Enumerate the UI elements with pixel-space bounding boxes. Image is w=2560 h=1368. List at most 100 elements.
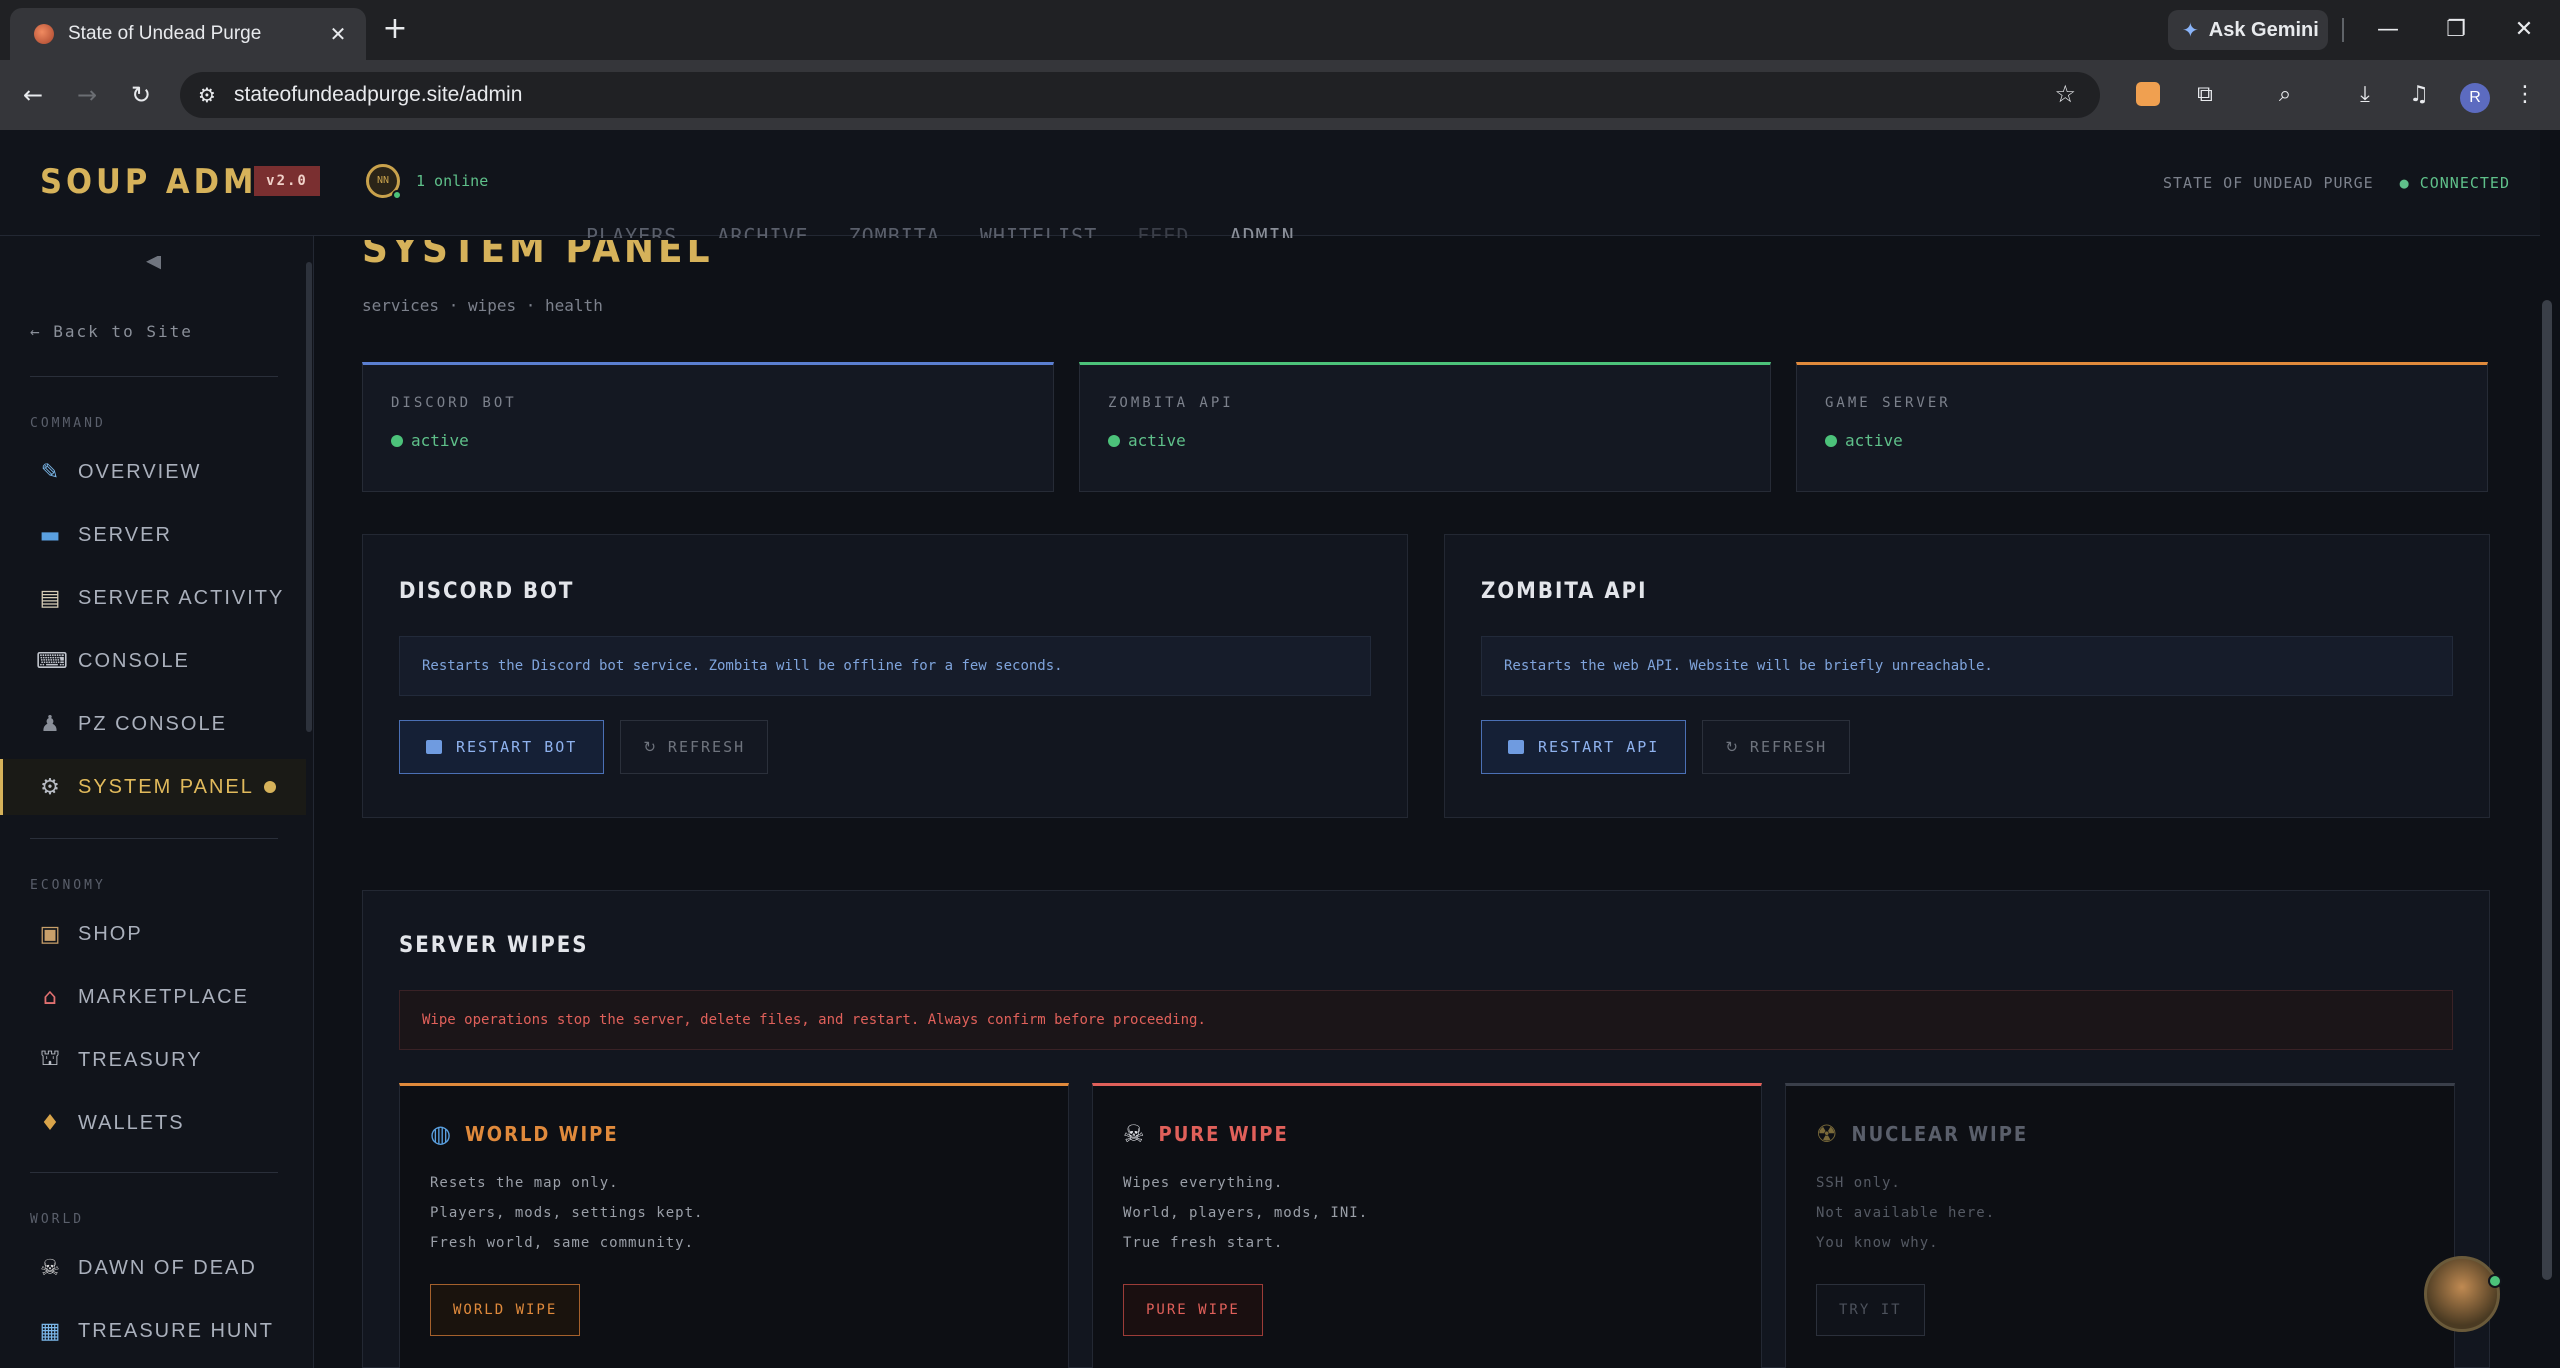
- page-subtitle: services · wipes · health: [362, 296, 603, 315]
- sidebar-item-label: PZ CONSOLE: [78, 712, 227, 735]
- keyboard-icon: ⌨: [36, 648, 68, 674]
- discord-bot-panel: DISCORD BOT Restarts the Discord bot ser…: [362, 534, 1408, 818]
- panel-note: Restarts the Discord bot service. Zombit…: [399, 636, 1371, 696]
- browser-menu-icon[interactable]: ⋮: [2510, 80, 2540, 110]
- sidebar-item-treasury[interactable]: ⛫ TREASURY: [0, 1032, 306, 1088]
- sidebar-item-console[interactable]: ⌨ CONSOLE: [0, 633, 306, 689]
- sidebar-item-server[interactable]: ▬ SERVER: [0, 507, 306, 563]
- status-card-label: GAME SERVER: [1825, 395, 1951, 411]
- ask-gemini-button[interactable]: ✦ Ask Gemini: [2168, 10, 2328, 50]
- restart-bot-button[interactable]: RESTART BOT: [399, 720, 605, 774]
- site-info-icon[interactable]: ⚙: [198, 83, 234, 107]
- status-card-game-server: GAME SERVER active: [1796, 362, 2488, 492]
- status-card-zombita-api: ZOMBITA API active: [1079, 362, 1771, 492]
- panel-actions: RESTART API ↻ REFRESH: [1481, 720, 2453, 774]
- chart-icon: ✎: [40, 459, 60, 485]
- sidebar-section-economy: ECONOMY: [30, 878, 106, 893]
- panel-title: DISCORD BOT: [399, 579, 575, 604]
- sidebar-item-label: SERVER ACTIVITY: [78, 586, 285, 609]
- sidebar-item-wallets[interactable]: ♦ WALLETS: [0, 1095, 306, 1151]
- restart-api-button[interactable]: RESTART API: [1481, 720, 1687, 774]
- back-arrow-icon[interactable]: ←: [16, 78, 50, 112]
- wipe-card-header: ☠ PURE WIPE: [1123, 1120, 1731, 1148]
- refresh-icon: ↻: [1725, 738, 1740, 756]
- refresh-bot-button[interactable]: ↻ REFRESH: [620, 720, 769, 774]
- button-label: REFRESH: [667, 738, 746, 756]
- world-wipe-button[interactable]: WORLD WIPE: [430, 1284, 581, 1336]
- new-tab-icon[interactable]: +: [380, 14, 410, 44]
- button-label: REFRESH: [1749, 738, 1828, 756]
- sidebar-item-system-panel[interactable]: ⚙ SYSTEM PANEL: [0, 759, 306, 815]
- restore-window-icon[interactable]: ❐: [2436, 12, 2476, 48]
- sidebar-section-command: COMMAND: [30, 416, 106, 431]
- sidebar-item-pz-console[interactable]: ♟ PZ CONSOLE: [0, 696, 306, 752]
- status-card-discord-bot: DISCORD BOT active: [362, 362, 1054, 492]
- reload-icon[interactable]: ↻: [124, 78, 158, 112]
- address-bar[interactable]: ⚙ stateofundeadpurge.site/admin ☆: [180, 72, 2100, 118]
- app-header: SOUP ADMIN v2.0 NN 1 online STATE OF UND…: [0, 130, 2540, 236]
- search-tab-icon[interactable]: ⌕: [2270, 80, 2300, 110]
- extensions-puzzle-icon[interactable]: ⧉: [2190, 80, 2220, 110]
- game-name: STATE OF UNDEAD PURGE: [2163, 174, 2374, 192]
- top-nav-whitelist[interactable]: WHITELIST: [980, 224, 1097, 238]
- download-icon[interactable]: ⤓: [2350, 80, 2380, 110]
- restart-icon: [426, 740, 442, 754]
- nuclear-wipe-card: ☢ NUCLEAR WIPE SSH only. Not available h…: [1785, 1083, 2455, 1368]
- globe-icon: ◍: [430, 1120, 451, 1148]
- top-nav-archive[interactable]: ARCHIVE: [717, 224, 808, 238]
- top-nav-admin[interactable]: ADMIN: [1229, 224, 1294, 238]
- sidebar-item-shop[interactable]: ▣ SHOP: [0, 906, 306, 962]
- wipe-card-description: SSH only. Not available here. You know w…: [1816, 1168, 2424, 1258]
- sidebar-item-treasure-hunt[interactable]: ▦ TREASURE HUNT: [0, 1303, 306, 1359]
- sidebar-item-label: WALLETS: [78, 1111, 185, 1134]
- radioactive-icon: ☢: [1816, 1120, 1838, 1148]
- minimize-icon[interactable]: —: [2368, 12, 2408, 48]
- try-it-button[interactable]: TRY IT: [1816, 1284, 1925, 1336]
- wipe-card-description: Resets the map only. Players, mods, sett…: [430, 1168, 1038, 1258]
- top-nav-zombita[interactable]: ZOMBITA: [849, 224, 940, 238]
- wipe-line: You know why.: [1816, 1235, 1939, 1251]
- package-icon: ▣: [39, 921, 61, 947]
- sidebar-scrollbar[interactable]: [306, 262, 312, 732]
- sidebar-item-dawn-of-dead[interactable]: ☠ DAWN OF DEAD: [0, 1240, 306, 1296]
- sidebar-item-server-activity[interactable]: ▤ SERVER ACTIVITY: [0, 570, 306, 626]
- extension-icon[interactable]: [2136, 82, 2160, 106]
- url-text[interactable]: stateofundeadpurge.site/admin: [234, 83, 522, 107]
- status-text: active: [1128, 431, 1186, 450]
- page-title: SYSTEM PANEL: [362, 240, 714, 272]
- sidebar-item-label: TREASURY: [78, 1048, 203, 1071]
- profile-avatar[interactable]: R: [2460, 83, 2490, 113]
- media-control-icon[interactable]: ♫: [2404, 80, 2434, 110]
- sidebar-divider: [30, 376, 278, 377]
- restart-icon: [1508, 740, 1524, 754]
- wipe-card-title: WORLD WIPE: [464, 1122, 619, 1146]
- sidebar-item-marketplace[interactable]: ⌂ MARKETPLACE: [0, 969, 306, 1025]
- sidebar: ◀ ← Back to Site COMMAND ✎ OVERVIEW ▬ SE…: [0, 236, 314, 1368]
- sidebar-item-label: SYSTEM PANEL: [78, 775, 254, 798]
- online-count: 1 online: [416, 172, 489, 190]
- browser-tab[interactable]: State of Undead Purge ✕: [10, 8, 366, 60]
- pure-wipe-card: ☠ PURE WIPE Wipes everything. World, pla…: [1092, 1083, 1762, 1368]
- sidebar-item-label: MARKETPLACE: [78, 985, 249, 1008]
- main-scrollbar[interactable]: [2542, 300, 2552, 1280]
- assistant-avatar[interactable]: [2424, 1256, 2500, 1332]
- bank-icon: ⛫: [39, 1046, 61, 1071]
- refresh-api-button[interactable]: ↻ REFRESH: [1702, 720, 1851, 774]
- back-to-site-link[interactable]: ← Back to Site: [30, 322, 193, 341]
- collapse-sidebar-icon[interactable]: ◀: [146, 256, 161, 270]
- sidebar-divider: [30, 838, 278, 839]
- forward-arrow-icon[interactable]: →: [70, 78, 104, 112]
- status-card-value: active: [1825, 431, 2459, 450]
- close-tab-icon[interactable]: ✕: [324, 22, 352, 46]
- panel-title: ZOMBITA API: [1481, 579, 1648, 604]
- wipe-card-header: ☢ NUCLEAR WIPE: [1816, 1120, 2424, 1148]
- pure-wipe-button[interactable]: PURE WIPE: [1123, 1284, 1263, 1336]
- bookmark-star-icon[interactable]: ☆: [2054, 80, 2076, 108]
- top-nav-players[interactable]: PLAYERS: [586, 224, 677, 238]
- sidebar-item-overview[interactable]: ✎ OVERVIEW: [0, 444, 306, 500]
- wipe-line: Resets the map only.: [430, 1175, 619, 1191]
- sidebar-divider: [30, 1172, 278, 1173]
- zombita-api-panel: ZOMBITA API Restarts the web API. Websit…: [1444, 534, 2490, 818]
- close-window-icon[interactable]: ✕: [2504, 12, 2544, 48]
- top-nav-feed[interactable]: FEED: [1137, 224, 1189, 238]
